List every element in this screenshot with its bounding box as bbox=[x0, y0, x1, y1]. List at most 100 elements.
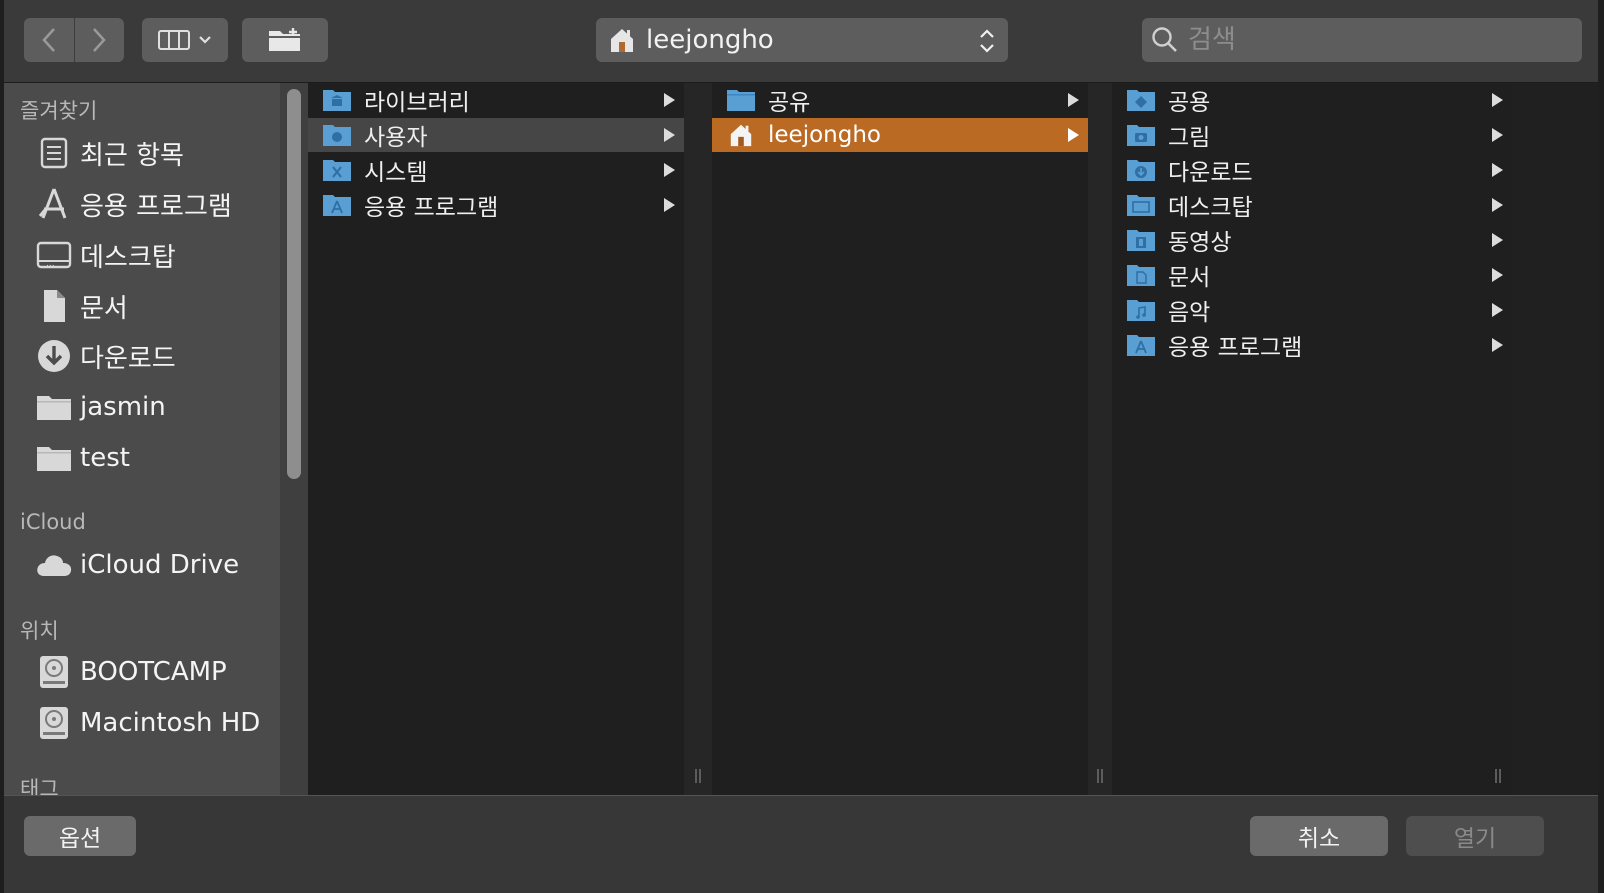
library-folder-icon bbox=[322, 87, 352, 113]
list-item[interactable]: 그림 bbox=[1112, 118, 1512, 152]
list-item[interactable]: 다운로드 bbox=[1112, 153, 1512, 187]
row-label: 시스템 bbox=[364, 160, 428, 186]
scrollbar-thumb[interactable] bbox=[287, 89, 301, 479]
row-label: 문서 bbox=[1168, 265, 1211, 291]
favorites-header: 즐겨찾기 bbox=[20, 99, 98, 123]
browser-column-2: 공유 leejongho bbox=[712, 83, 1089, 795]
sidebar-item-macintosh-hd[interactable]: Macintosh HD bbox=[34, 701, 274, 745]
columns-view-icon bbox=[158, 30, 190, 50]
sidebar-item-test[interactable]: test bbox=[34, 436, 274, 480]
sidebar-item-downloads[interactable]: 다운로드 bbox=[34, 334, 274, 378]
bottom-bar: 옵션 취소 열기 bbox=[4, 795, 1598, 893]
path-popup[interactable]: leejongho bbox=[596, 18, 1008, 62]
list-item[interactable]: 공용 bbox=[1112, 83, 1512, 117]
list-item[interactable]: 사용자 bbox=[308, 118, 684, 152]
disclosure-arrow-icon bbox=[1492, 268, 1503, 282]
column-resize-gutter[interactable] bbox=[684, 83, 712, 795]
disclosure-arrow-icon bbox=[1068, 93, 1079, 107]
cloud-icon bbox=[34, 545, 74, 585]
disclosure-arrow-icon bbox=[664, 198, 675, 212]
movies-folder-icon bbox=[1126, 227, 1156, 253]
row-label: 공용 bbox=[1168, 90, 1211, 116]
row-label: 동영상 bbox=[1168, 230, 1232, 256]
list-item[interactable]: 라이브러리 bbox=[308, 83, 684, 117]
chevron-down-icon bbox=[199, 36, 211, 44]
desktop-icon: ... bbox=[34, 235, 74, 275]
sidebar-item-label: BOOTCAMP bbox=[80, 657, 227, 687]
row-label: leejongho bbox=[768, 122, 881, 148]
recents-icon bbox=[34, 133, 74, 173]
documents-icon bbox=[34, 286, 74, 326]
sidebar-item-desktop[interactable]: ... 데스크탑 bbox=[34, 233, 274, 277]
cancel-button[interactable]: 취소 bbox=[1250, 816, 1388, 856]
disclosure-arrow-icon bbox=[1492, 303, 1503, 317]
home-icon bbox=[611, 29, 633, 52]
back-button[interactable] bbox=[24, 18, 74, 62]
options-button[interactable]: 옵션 bbox=[24, 816, 136, 856]
users-folder-icon bbox=[322, 122, 352, 148]
forward-button[interactable] bbox=[74, 18, 124, 62]
public-folder-icon bbox=[1126, 87, 1156, 113]
list-item[interactable]: 데스크탑 bbox=[1112, 188, 1512, 222]
list-item[interactable]: 음악 bbox=[1112, 293, 1512, 327]
path-label: leejongho bbox=[646, 25, 774, 55]
row-label: 응용 프로그램 bbox=[364, 195, 499, 221]
list-item[interactable]: 문서 bbox=[1112, 258, 1512, 292]
view-mode-button[interactable] bbox=[142, 18, 228, 62]
sidebar-item-label: Macintosh HD bbox=[80, 708, 261, 738]
column-resize-gutter[interactable] bbox=[1088, 83, 1112, 795]
row-label: 데스크탑 bbox=[1168, 195, 1253, 221]
desktop-folder-icon bbox=[1126, 192, 1156, 218]
search-field[interactable] bbox=[1142, 18, 1582, 62]
downloads-icon bbox=[34, 336, 74, 376]
updown-arrows-icon bbox=[980, 29, 994, 53]
row-label: 응용 프로그램 bbox=[1168, 335, 1303, 361]
disclosure-arrow-icon bbox=[1492, 128, 1503, 142]
sidebar-item-recents[interactable]: 최근 항목 bbox=[34, 131, 274, 175]
applications-folder-icon bbox=[322, 192, 352, 218]
icloud-header: iCloud bbox=[20, 510, 86, 534]
sidebar-item-jasmin[interactable]: jasmin bbox=[34, 385, 274, 429]
sidebar-item-applications[interactable]: 응용 프로그램 bbox=[34, 182, 274, 226]
downloads-folder-icon bbox=[1126, 157, 1156, 183]
browser-column-3: 공용 그림 다운로드 데스크탑 동영상 문서 음악 응용 프로그램 bbox=[1112, 83, 1513, 795]
chevron-left-icon bbox=[42, 28, 55, 52]
new-folder-button[interactable] bbox=[242, 18, 328, 62]
sidebar-item-label: 문서 bbox=[80, 293, 128, 324]
sidebar-scrollbar[interactable] bbox=[280, 83, 308, 795]
locations-header: 위치 bbox=[20, 619, 59, 643]
row-label: 그림 bbox=[1168, 125, 1211, 151]
column-resize-gutter[interactable] bbox=[1495, 83, 1598, 795]
sidebar-item-icloud-drive[interactable]: iCloud Drive bbox=[34, 543, 274, 587]
list-item[interactable]: 응용 프로그램 bbox=[1112, 328, 1512, 362]
row-label: 라이브러리 bbox=[364, 90, 470, 116]
open-dialog-window: leejongho 즐겨찾기 최근 항목 응용 프로그램 ... 데스크탑 문서 bbox=[4, 0, 1598, 893]
list-item[interactable]: 시스템 bbox=[308, 153, 684, 187]
disclosure-arrow-icon bbox=[1492, 198, 1503, 212]
sidebar-item-label: iCloud Drive bbox=[80, 550, 240, 580]
resize-handle-icon[interactable] bbox=[1493, 769, 1503, 783]
disclosure-arrow-icon bbox=[664, 128, 675, 142]
resize-handle-icon[interactable] bbox=[1095, 769, 1105, 783]
sidebar-item-label: 최근 항목 bbox=[80, 140, 184, 171]
list-item[interactable]: 동영상 bbox=[1112, 223, 1512, 257]
open-button[interactable]: 열기 bbox=[1406, 816, 1544, 856]
list-item[interactable]: leejongho bbox=[712, 118, 1088, 152]
new-folder-icon bbox=[269, 28, 300, 51]
search-input[interactable] bbox=[1186, 24, 1570, 56]
row-label: 공유 bbox=[768, 90, 811, 116]
row-label: 음악 bbox=[1168, 300, 1211, 326]
nav-button-group bbox=[24, 18, 124, 62]
disclosure-arrow-icon bbox=[1492, 338, 1503, 352]
chevron-right-icon bbox=[93, 28, 106, 52]
sidebar-item-documents[interactable]: 문서 bbox=[34, 284, 274, 328]
sidebar-item-label: jasmin bbox=[80, 392, 166, 422]
sidebar-item-bootcamp[interactable]: BOOTCAMP bbox=[34, 650, 274, 694]
disk-icon bbox=[34, 703, 74, 743]
resize-handle-icon[interactable] bbox=[693, 769, 703, 783]
home-icon bbox=[726, 122, 756, 148]
applications-icon bbox=[34, 184, 74, 224]
list-item[interactable]: 공유 bbox=[712, 83, 1088, 117]
list-item[interactable]: 응용 프로그램 bbox=[308, 188, 684, 222]
pictures-folder-icon bbox=[1126, 122, 1156, 148]
